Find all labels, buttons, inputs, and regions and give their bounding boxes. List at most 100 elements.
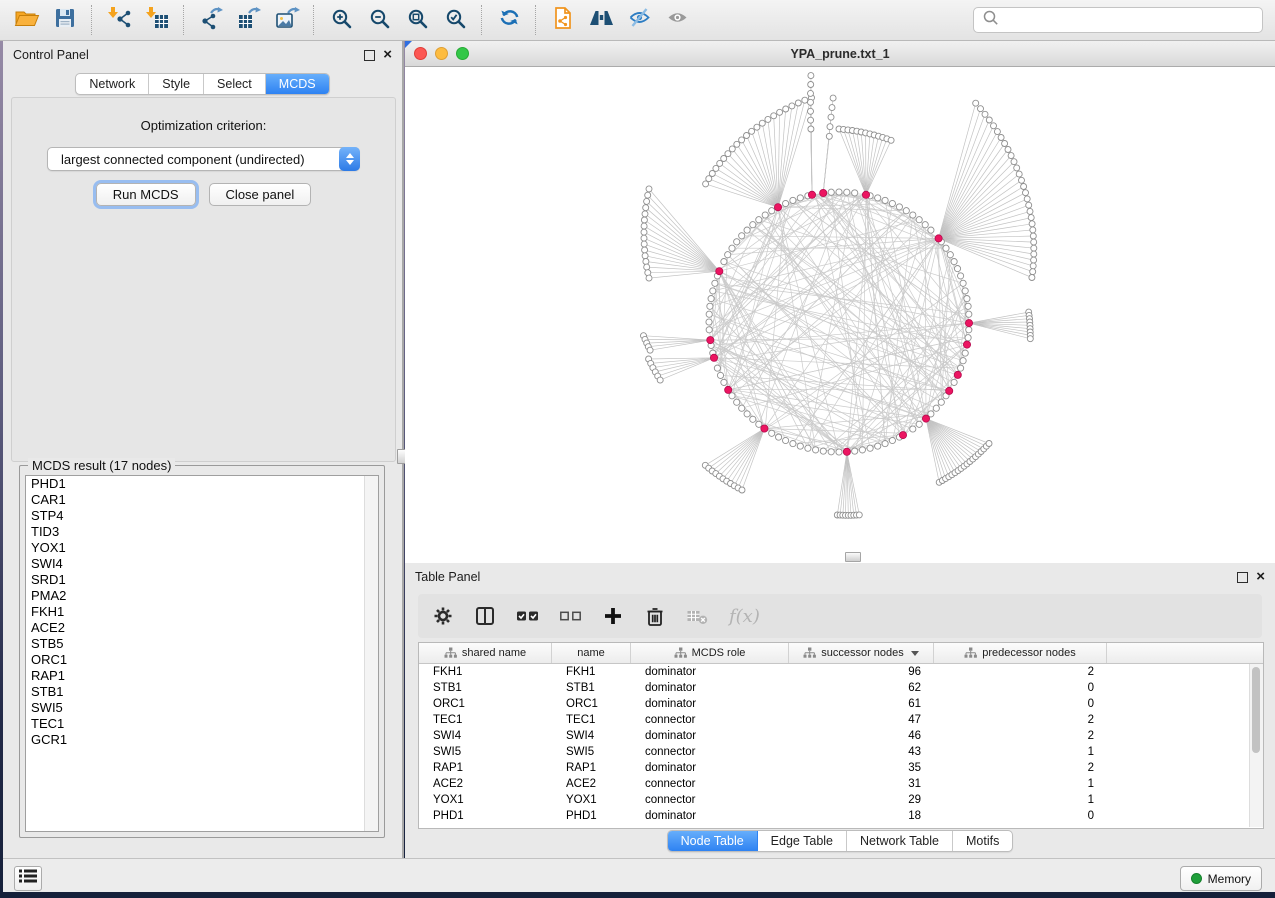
zoom-out-button[interactable]	[362, 4, 396, 36]
tab-edge-table[interactable]: Edge Table	[758, 831, 847, 851]
tab-style[interactable]: Style	[149, 74, 204, 94]
cell-predecessor-nodes: 2	[934, 666, 1107, 678]
mcds-result-item[interactable]: FKH1	[26, 604, 378, 620]
cell-MCDS-role: dominator	[631, 762, 789, 774]
first-neighbors-button[interactable]	[584, 4, 618, 36]
window-close-light[interactable]	[414, 47, 427, 60]
mcds-list-scrollbar[interactable]	[364, 476, 378, 831]
table-row[interactable]: FKH1FKH1dominator962	[419, 664, 1263, 680]
mcds-result-item[interactable]: TID3	[26, 524, 378, 540]
column-header-name[interactable]: name	[552, 643, 631, 663]
column-namespace-icon	[964, 647, 977, 659]
export-network-button[interactable]	[194, 4, 228, 36]
cell-predecessor-nodes: 2	[934, 730, 1107, 742]
import-network-icon	[107, 6, 131, 35]
mcds-result-item[interactable]: ACE2	[26, 620, 378, 636]
table-row[interactable]: PHD1PHD1dominator180	[419, 808, 1263, 824]
cell-shared-name: SWI5	[419, 746, 552, 758]
window-minimize-light[interactable]	[435, 47, 448, 60]
mcds-result-item[interactable]: STP4	[26, 508, 378, 524]
table-row[interactable]: TEC1TEC1connector472	[419, 712, 1263, 728]
mcds-result-item[interactable]: CAR1	[26, 492, 378, 508]
hide-selected-button[interactable]	[622, 4, 656, 36]
close-panel-icon[interactable]: ×	[383, 50, 392, 60]
fit-content-button[interactable]	[400, 4, 434, 36]
mcds-result-item[interactable]: ORC1	[26, 652, 378, 668]
control-panel-title: Control Panel	[13, 48, 89, 62]
table-row[interactable]: ORC1ORC1dominator610	[419, 696, 1263, 712]
memory-button[interactable]: Memory	[1180, 866, 1262, 891]
fit-content-icon	[406, 7, 428, 34]
select-stepper-icon	[339, 147, 360, 171]
select-all-rows-icon[interactable]	[516, 605, 539, 627]
deselect-all-rows-icon[interactable]	[559, 605, 582, 627]
table-row[interactable]: STB1STB1dominator620	[419, 680, 1263, 696]
table-scrollbar[interactable]	[1249, 664, 1263, 827]
open-session-button[interactable]	[10, 4, 44, 36]
column-header-MCDS-role[interactable]: MCDS role	[631, 643, 789, 663]
cell-successor-nodes: 47	[789, 714, 934, 726]
table-row[interactable]: SWI4SWI4dominator462	[419, 728, 1263, 744]
save-floppy-icon	[54, 7, 76, 34]
network-splitter-handle[interactable]	[845, 552, 861, 562]
add-column-icon[interactable]	[602, 605, 624, 627]
export-table-button[interactable]	[232, 4, 266, 36]
float-panel-icon[interactable]	[364, 50, 375, 61]
mcds-result-item[interactable]: RAP1	[26, 668, 378, 684]
show-columns-icon[interactable]	[474, 605, 496, 627]
search-box[interactable]	[973, 7, 1263, 33]
export-image-button[interactable]	[270, 4, 304, 36]
zoom-in-button[interactable]	[324, 4, 358, 36]
cell-shared-name: PHD1	[419, 810, 552, 822]
mcds-result-item[interactable]: GCR1	[26, 732, 378, 748]
save-session-button[interactable]	[48, 4, 82, 36]
tab-select[interactable]: Select	[204, 74, 266, 94]
mcds-result-item[interactable]: STB1	[26, 684, 378, 700]
search-input[interactable]	[1004, 12, 1262, 28]
mcds-result-item[interactable]: SRD1	[26, 572, 378, 588]
float-panel-icon[interactable]	[1237, 572, 1248, 583]
tab-network[interactable]: Network	[76, 74, 149, 94]
import-network-button[interactable]	[102, 4, 136, 36]
column-header-successor-nodes[interactable]: successor nodes	[789, 643, 934, 663]
cell-MCDS-role: dominator	[631, 810, 789, 822]
new-network-from-selection-button[interactable]	[546, 4, 580, 36]
network-view-titlebar[interactable]: YPA_prune.txt_1	[405, 41, 1275, 67]
mcds-result-item[interactable]: SWI4	[26, 556, 378, 572]
mcds-result-item[interactable]: PMA2	[26, 588, 378, 604]
network-canvas[interactable]	[405, 67, 1275, 564]
table-scrollbar-thumb[interactable]	[1252, 667, 1260, 753]
mcds-result-item[interactable]: YOX1	[26, 540, 378, 556]
tab-motifs[interactable]: Motifs	[953, 831, 1012, 851]
table-row[interactable]: SWI5SWI5connector431	[419, 744, 1263, 760]
show-all-button[interactable]	[660, 4, 694, 36]
zoom-selected-button[interactable]	[438, 4, 472, 36]
mcds-result-item[interactable]: PHD1	[26, 476, 378, 492]
export-table-icon	[237, 6, 261, 35]
column-namespace-icon	[674, 647, 687, 659]
node-table[interactable]: shared namenameMCDS rolesuccessor nodesp…	[418, 642, 1264, 829]
tab-mcds[interactable]: MCDS	[266, 74, 329, 94]
optimization-criterion-select[interactable]: largest connected component (undirected)	[47, 147, 360, 171]
close-panel-button[interactable]: Close panel	[209, 183, 312, 206]
run-mcds-button[interactable]: Run MCDS	[96, 183, 196, 206]
mcds-result-item[interactable]: TEC1	[26, 716, 378, 732]
table-row[interactable]: RAP1RAP1dominator352	[419, 760, 1263, 776]
table-row[interactable]: YOX1YOX1connector291	[419, 792, 1263, 808]
tab-node-table[interactable]: Node Table	[668, 831, 758, 851]
mcds-result-item[interactable]: SWI5	[26, 700, 378, 716]
eye-icon	[666, 6, 689, 34]
task-history-button[interactable]	[14, 866, 42, 891]
delete-column-trash-icon[interactable]	[644, 605, 666, 627]
import-table-button[interactable]	[140, 4, 174, 36]
mcds-result-item[interactable]: STB5	[26, 636, 378, 652]
table-row[interactable]: ACE2ACE2connector311	[419, 776, 1263, 792]
column-header-shared-name[interactable]: shared name	[419, 643, 552, 663]
table-settings-gear-icon[interactable]	[432, 605, 454, 627]
column-header-predecessor-nodes[interactable]: predecessor nodes	[934, 643, 1107, 663]
cell-shared-name: ACE2	[419, 778, 552, 790]
close-panel-icon[interactable]: ×	[1256, 572, 1265, 582]
window-zoom-light[interactable]	[456, 47, 469, 60]
apply-layout-button[interactable]	[492, 4, 526, 36]
tab-network-table[interactable]: Network Table	[847, 831, 953, 851]
